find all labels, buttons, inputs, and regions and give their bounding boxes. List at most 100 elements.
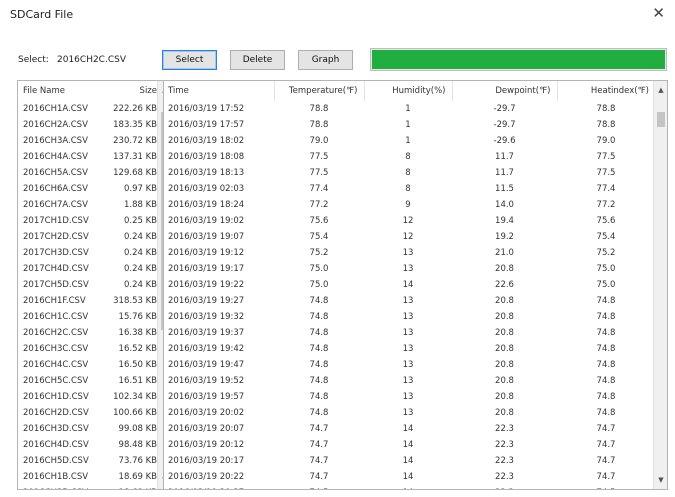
humidity-cell: 14 — [364, 485, 452, 489]
file-size-cell: 16.38 KB — [118, 328, 157, 338]
file-row[interactable]: 2016CH1A.CSV 222.26 KB — [18, 101, 159, 117]
file-size-cell: 1.88 KB — [123, 200, 157, 210]
time-cell: 2016/03/19 17:57 — [168, 120, 245, 130]
record-row[interactable]: 2016/03/19 20:07 74.7 14 22.3 74.7 — [164, 421, 655, 437]
file-row[interactable]: 2016CH6A.CSV 0.97 KB — [18, 181, 159, 197]
record-row[interactable]: 2016/03/19 20:02 74.8 13 20.8 74.8 — [164, 405, 655, 421]
file-row[interactable]: 2016CH2C.CSV 16.38 KB — [18, 325, 159, 341]
humidity-cell: 1 — [405, 104, 411, 114]
time-cell: 2016/03/19 20:17 — [168, 456, 245, 466]
file-row[interactable]: 2016CH2A.CSV 183.35 KB — [18, 117, 159, 133]
file-row[interactable]: 2016CH3D.CSV 99.08 KB — [18, 421, 159, 437]
file-row[interactable]: 2016CH1F.CSV 318.53 KB — [18, 293, 159, 309]
record-row[interactable]: 2016/03/19 19:12 75.2 13 21.0 75.2 — [164, 245, 655, 261]
file-row[interactable]: 2016CH5D.CSV 73.76 KB — [18, 453, 159, 469]
dewpoint-cell: 22.6 — [495, 280, 514, 290]
time-cell: 2016/03/19 19:47 — [168, 360, 245, 370]
file-row[interactable]: 2016CH7A.CSV 1.88 KB — [18, 197, 159, 213]
column-header-time[interactable]: Time — [164, 81, 274, 101]
file-row[interactable]: 2017CH3D.CSV 0.24 KB — [18, 245, 159, 261]
close-icon[interactable]: ✕ — [652, 6, 665, 21]
file-size-cell: 18.69 KB — [103, 485, 159, 489]
delete-button[interactable]: Delete — [230, 50, 285, 70]
record-row[interactable]: 2016/03/19 19:27 74.8 13 20.8 74.8 — [164, 293, 655, 309]
record-row[interactable]: 2016/03/19 20:17 74.7 14 22.3 74.7 — [164, 453, 655, 469]
record-row[interactable]: 2016/03/19 20:12 74.7 14 22.3 74.7 — [164, 437, 655, 453]
column-header-file-name[interactable]: File Name — [18, 81, 103, 101]
heatindex-cell: 74.8 — [596, 376, 616, 386]
file-row[interactable]: 2016CH1C.CSV 15.76 KB — [18, 309, 159, 325]
record-row[interactable]: 2016/03/19 18:24 77.2 9 14.0 77.2 — [164, 197, 655, 213]
file-row[interactable]: 2017CH1D.CSV 0.25 KB — [18, 213, 159, 229]
heatindex-cell: 78.8 — [596, 120, 616, 130]
file-row[interactable]: 2017CH2D.CSV 0.24 KB — [18, 229, 159, 245]
record-row[interactable]: 2016/03/19 19:07 75.4 12 19.2 75.4 — [164, 229, 655, 245]
file-row[interactable]: 2017CH5D.CSV 0.24 KB — [18, 277, 159, 293]
record-row[interactable]: 2016/03/19 18:08 77.5 8 11.7 77.5 — [164, 149, 655, 165]
humidity-cell: 14 — [402, 424, 414, 434]
file-row[interactable]: 2016CH5A.CSV 129.68 KB — [18, 165, 159, 181]
scroll-thumb[interactable] — [657, 112, 665, 128]
file-row[interactable]: 2017CH4D.CSV 0.24 KB — [18, 261, 159, 277]
file-size-cell: 102.34 KB — [113, 392, 157, 402]
heatindex-cell: 74.8 — [596, 344, 616, 354]
humidity-cell: 13 — [402, 264, 414, 274]
record-row[interactable]: 2016/03/19 20:22 74.7 14 22.3 74.7 — [164, 469, 655, 485]
dewpoint-cell: -29.7 — [493, 104, 516, 114]
scroll-down-icon[interactable]: ▼ — [654, 473, 667, 487]
file-name-cell: 2016CH3A.CSV — [23, 136, 88, 146]
time-cell: 2016/03/19 19:37 — [168, 328, 245, 338]
file-row[interactable]: 2016CH2B.CSV18.69 KB — [18, 485, 159, 489]
heatindex-cell: 74.8 — [596, 360, 616, 370]
file-size-cell: 0.24 KB — [123, 232, 157, 242]
heatindex-cell: 74.5 — [557, 485, 655, 489]
file-size-cell: 100.66 KB — [113, 408, 157, 418]
file-row[interactable]: 2016CH2D.CSV 100.66 KB — [18, 405, 159, 421]
record-row[interactable]: 2016/03/19 19:37 74.8 13 20.8 74.8 — [164, 325, 655, 341]
record-row[interactable]: 2016/03/19 19:32 74.8 13 20.8 74.8 — [164, 309, 655, 325]
record-row[interactable]: 2016/03/19 19:57 74.8 13 20.8 74.8 — [164, 389, 655, 405]
record-row[interactable]: 2016/03/19 19:52 74.8 13 20.8 74.8 — [164, 373, 655, 389]
file-name-cell: 2016CH5D.CSV — [23, 456, 89, 466]
file-table-header: File Name Size — [18, 81, 159, 101]
file-row[interactable]: 2016CH1B.CSV 18.69 KB — [18, 469, 159, 485]
record-row[interactable]: 2016/03/19 20:2774.51422.374.5 — [164, 485, 655, 489]
column-header-humidity[interactable]: Humidity(%) — [363, 81, 452, 101]
record-row[interactable]: 2016/03/19 19:47 74.8 13 20.8 74.8 — [164, 357, 655, 373]
time-cell: 2016/03/19 20:02 — [168, 408, 245, 418]
file-name-cell: 2016CH2A.CSV — [23, 120, 88, 130]
file-row[interactable]: 2016CH1D.CSV 102.34 KB — [18, 389, 159, 405]
file-name-cell: 2016CH5A.CSV — [23, 168, 88, 178]
record-row[interactable]: 2016/03/19 19:02 75.6 12 19.4 75.6 — [164, 213, 655, 229]
file-row[interactable]: 2016CH4D.CSV 98.48 KB — [18, 437, 159, 453]
file-row[interactable]: 2016CH4C.CSV 16.50 KB — [18, 357, 159, 373]
record-row[interactable]: 2016/03/19 18:02 79.0 1 -29.6 79.0 — [164, 133, 655, 149]
file-size-cell: 18.69 KB — [118, 472, 157, 482]
select-button[interactable]: Select — [162, 50, 217, 70]
file-size-cell: 16.50 KB — [118, 360, 157, 370]
record-row[interactable]: 2016/03/19 02:03 77.4 8 11.5 77.4 — [164, 181, 655, 197]
file-row[interactable]: 2016CH3C.CSV 16.52 KB — [18, 341, 159, 357]
temperature-cell: 75.4 — [309, 232, 329, 242]
record-row[interactable]: 2016/03/19 17:57 78.8 1 -29.7 78.8 — [164, 117, 655, 133]
file-row[interactable]: 2016CH4A.CSV 137.31 KB — [18, 149, 159, 165]
record-list-scrollbar[interactable]: ▲ ▼ — [653, 81, 667, 489]
record-row[interactable]: 2016/03/19 17:52 78.8 1 -29.7 78.8 — [164, 101, 655, 117]
file-row[interactable]: 2016CH5C.CSV 16.51 KB — [18, 373, 159, 389]
file-row[interactable]: 2016CH3A.CSV 230.72 KB — [18, 133, 159, 149]
temperature-cell: 75.0 — [309, 280, 329, 290]
scroll-up-icon[interactable]: ▲ — [654, 83, 667, 97]
column-header-temperature[interactable]: Temperature(℉) — [273, 81, 364, 101]
column-header-size[interactable]: Size — [103, 81, 159, 101]
temperature-cell: 77.5 — [309, 168, 329, 178]
column-header-dewpoint[interactable]: Dewpoint(℉) — [451, 81, 557, 101]
record-list: Time Temperature(℉) Humidity(%) Dewpoint… — [163, 80, 668, 490]
record-row[interactable]: 2016/03/19 19:17 75.0 13 20.8 75.0 — [164, 261, 655, 277]
record-row[interactable]: 2016/03/19 19:42 74.8 13 20.8 74.8 — [164, 341, 655, 357]
column-header-heatindex[interactable]: Heatindex(℉) — [556, 81, 655, 101]
record-row[interactable]: 2016/03/19 19:22 75.0 14 22.6 75.0 — [164, 277, 655, 293]
humidity-cell: 13 — [402, 360, 414, 370]
record-row[interactable]: 2016/03/19 18:13 77.5 8 11.7 77.5 — [164, 165, 655, 181]
humidity-cell: 12 — [402, 232, 414, 242]
graph-button[interactable]: Graph — [298, 50, 353, 70]
